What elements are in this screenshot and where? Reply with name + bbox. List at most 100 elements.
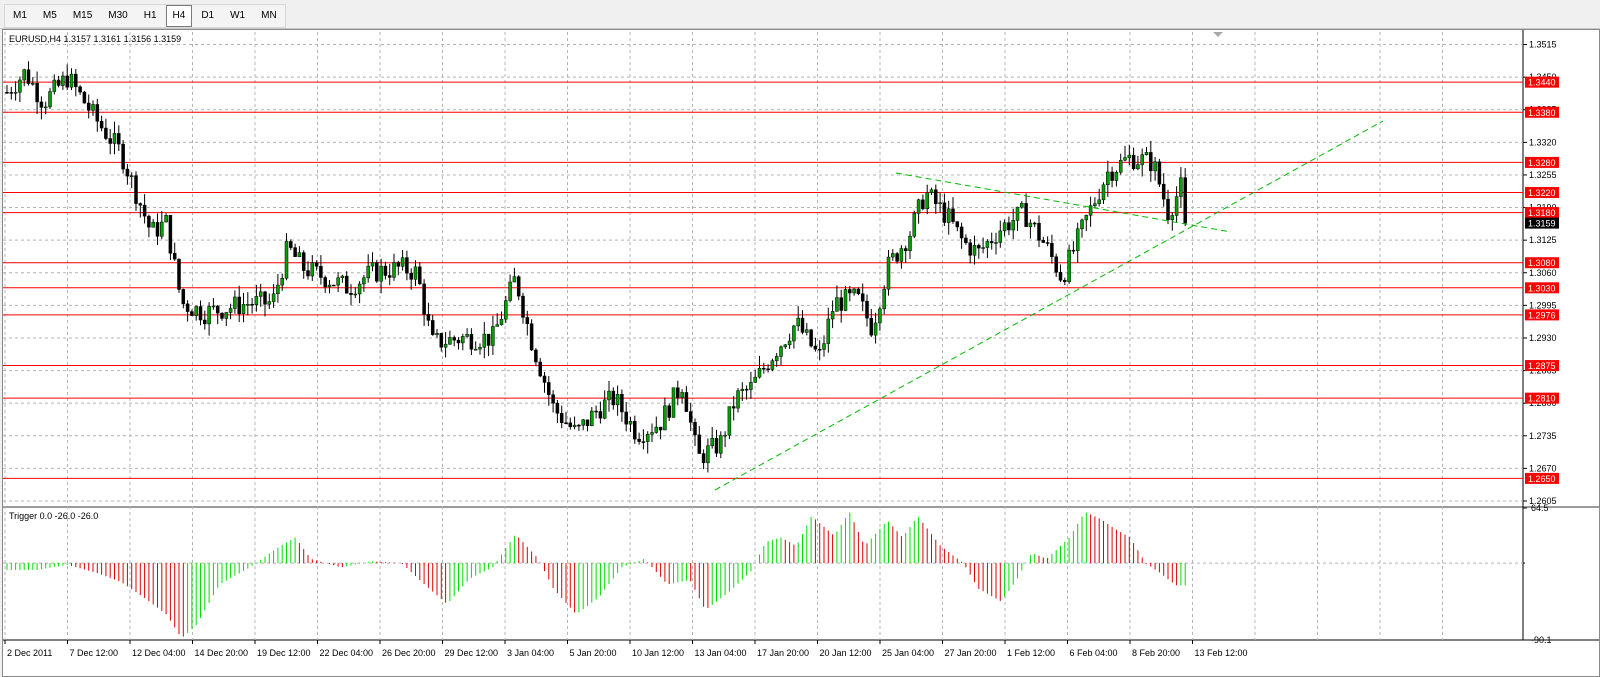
candle-bear	[301, 252, 306, 271]
candle-bear	[1037, 222, 1041, 241]
candle-bull	[465, 334, 469, 337]
timeframe-button-mn[interactable]: MN	[254, 5, 284, 27]
candle-bear	[934, 189, 938, 205]
candle-bull	[727, 406, 732, 436]
candle-bull	[1097, 199, 1101, 204]
candle-bull	[280, 278, 284, 286]
candle-bull	[499, 318, 504, 325]
candle-bear	[1071, 249, 1076, 252]
candle-bear	[426, 314, 431, 321]
candle-bull	[435, 333, 439, 335]
candle-bear	[534, 349, 538, 363]
candle-bull	[241, 304, 246, 315]
candle-bull	[1136, 164, 1140, 170]
candle-bull	[912, 213, 917, 237]
chart-canvas[interactable]: 1.35151.34501.33851.33201.32551.31901.31…	[3, 30, 1599, 676]
candle-bull	[207, 306, 211, 325]
candle-bear	[5, 91, 9, 94]
level-label: 1.3080	[1528, 258, 1556, 268]
candle-bull	[572, 424, 577, 428]
candle-bear	[147, 215, 151, 228]
candle-bull	[736, 390, 740, 409]
candle-bull	[663, 405, 667, 431]
chart-symbol-header: EURUSD,H4 1.3157 1.3161 1.3156 1.3159	[9, 34, 181, 44]
date-label: 26 Dec 20:00	[382, 648, 436, 658]
candle-bull	[805, 329, 809, 333]
candle-bear	[9, 92, 14, 94]
candle-bear	[624, 411, 628, 425]
date-label: 2 Dec 2011	[7, 648, 52, 658]
candle-bear	[895, 253, 899, 262]
candle-bull	[151, 222, 155, 228]
timeframe-button-w1[interactable]: W1	[223, 5, 252, 27]
candle-bull	[194, 306, 198, 316]
date-label: 14 Dec 20:00	[195, 648, 249, 658]
candle-bull	[48, 91, 52, 108]
candle-bear	[452, 337, 456, 341]
candle-bear	[585, 419, 590, 427]
candle-bear	[74, 73, 78, 88]
candle-bull	[1114, 171, 1119, 181]
candle-bear	[697, 434, 702, 454]
candle-bull	[590, 410, 594, 427]
candle-bear	[989, 241, 994, 244]
candle-bear	[860, 293, 865, 302]
candle-bull	[878, 308, 882, 324]
candle-bull	[31, 83, 35, 85]
timeframe-button-m30[interactable]: M30	[101, 5, 134, 27]
candle-bear	[1050, 242, 1054, 258]
candle-bull	[43, 106, 48, 109]
candle-bear	[323, 277, 327, 288]
candle-bear	[155, 222, 160, 237]
candle-bull	[482, 333, 487, 348]
candle-bear	[800, 317, 805, 333]
candle-bull	[461, 336, 465, 344]
candle-bear	[220, 312, 224, 319]
candle-bear	[688, 411, 693, 423]
indicator-tick-label: -90.1	[1531, 635, 1552, 645]
candle-bull	[792, 325, 796, 342]
candle-bull	[1015, 206, 1020, 221]
candle-bull	[1020, 203, 1024, 208]
candle-bear	[181, 289, 186, 305]
candle-bear	[35, 83, 39, 103]
candle-bull	[22, 69, 26, 81]
candle-bear	[190, 311, 194, 316]
candle-bear	[168, 215, 173, 254]
timeframe-button-m5[interactable]: M5	[36, 5, 64, 27]
candle-bull	[908, 235, 912, 252]
timeframe-button-m15[interactable]: M15	[66, 5, 99, 27]
candle-bull	[362, 277, 366, 285]
candle-bear	[203, 319, 207, 325]
chart-window[interactable]: 1.35151.34501.33851.33201.32551.31901.31…	[2, 29, 1600, 677]
candle-bear	[418, 266, 422, 285]
candle-bear	[293, 247, 297, 257]
timeframe-button-h1[interactable]: H1	[137, 5, 164, 27]
candle-bear	[637, 438, 641, 442]
candle-bull	[297, 252, 302, 257]
candle-bear	[525, 317, 530, 324]
candle-bull	[1144, 152, 1149, 155]
candle-bear	[903, 248, 908, 252]
candle-bull	[787, 340, 792, 346]
timeframe-button-m1[interactable]: M1	[6, 5, 34, 27]
candle-bear	[99, 120, 104, 129]
candle-bear	[177, 258, 181, 290]
candle-bear	[237, 296, 241, 315]
timeframe-button-d1[interactable]: D1	[194, 5, 221, 27]
candle-bear	[542, 375, 547, 383]
date-label: 6 Feb 04:00	[1070, 648, 1118, 658]
candle-bear	[82, 91, 87, 104]
pane-separator	[3, 506, 1599, 508]
candle-bull	[946, 208, 951, 223]
level-label: 1.3180	[1528, 208, 1556, 218]
candle-bear	[701, 453, 706, 464]
timeframe-button-h4[interactable]: H4	[165, 5, 193, 27]
candle-bear	[332, 284, 336, 287]
candle-bull	[1101, 184, 1106, 201]
candle-bull	[925, 192, 929, 210]
candle-bear	[813, 345, 818, 350]
candle-bull	[246, 304, 250, 306]
candle-bull	[160, 221, 164, 237]
candle-bull	[61, 75, 65, 86]
